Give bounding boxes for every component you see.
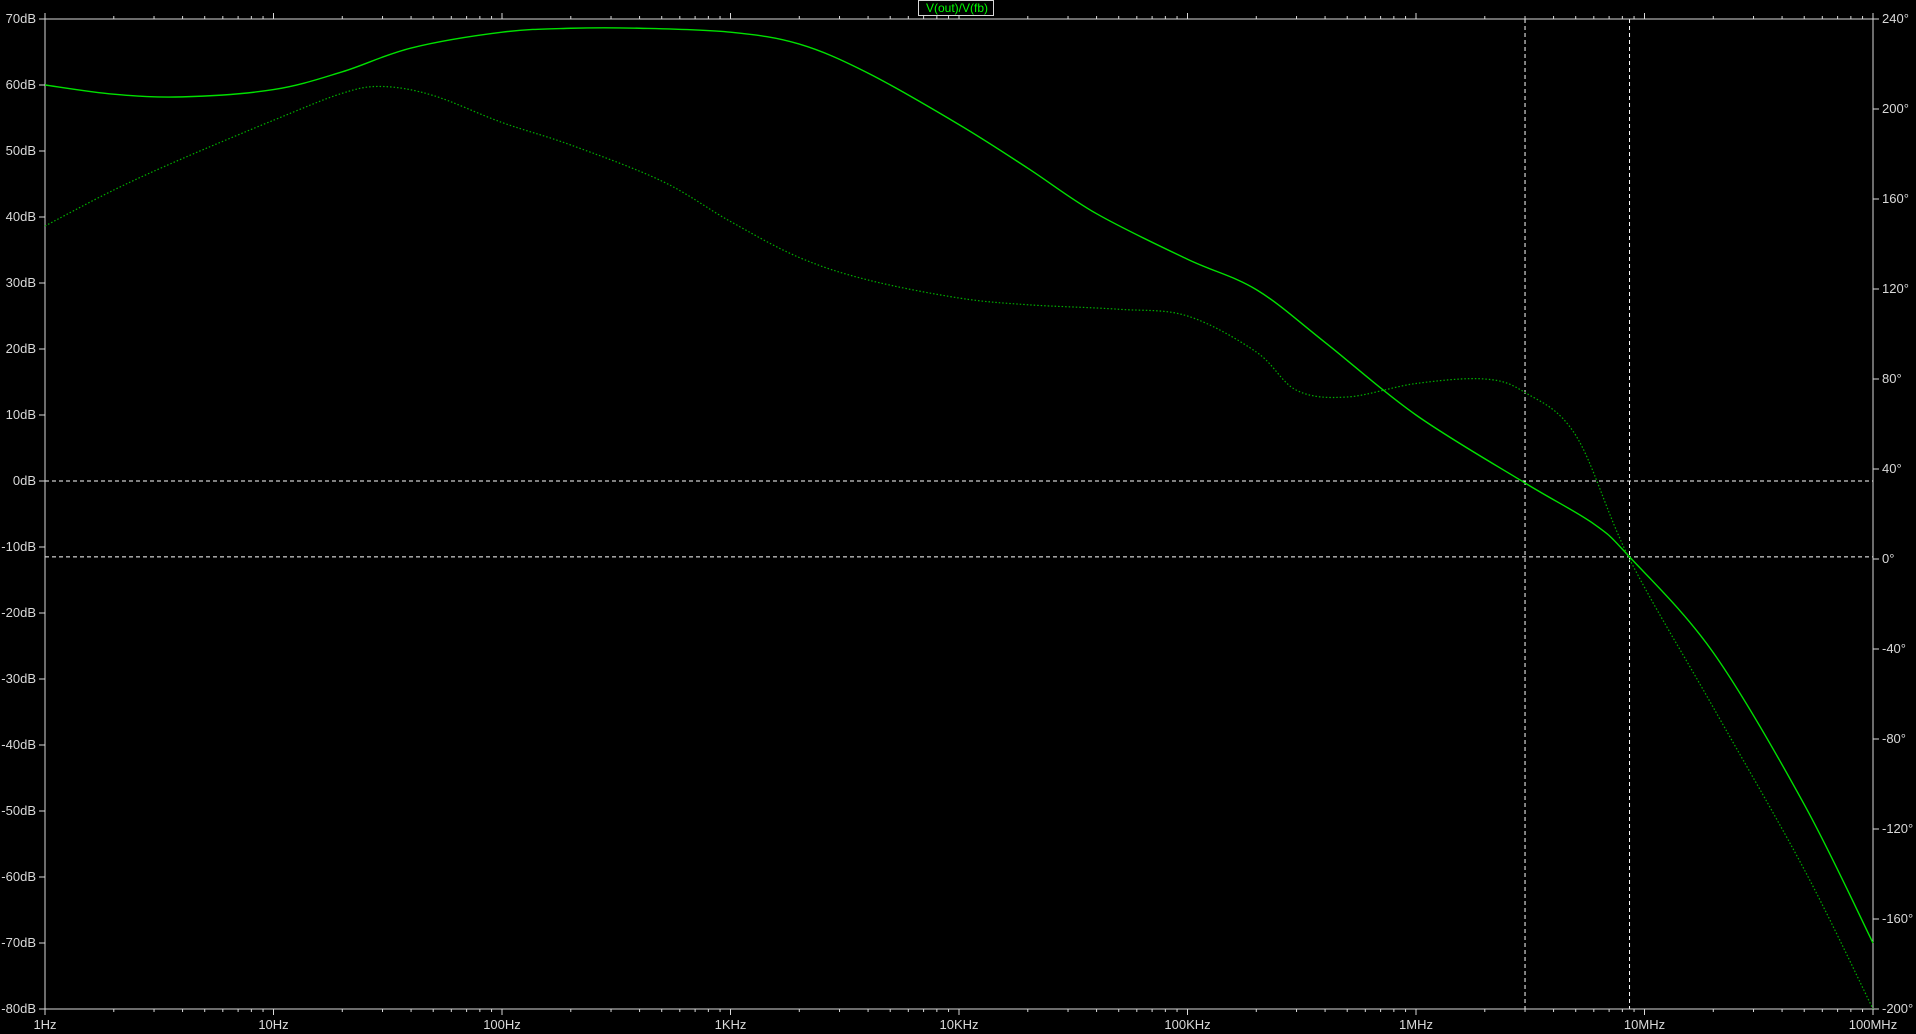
phase-trace-line [44, 85, 1874, 1010]
x-tick-label: 10MHz [1624, 1017, 1665, 1032]
y-right-tick-label: -80° [1882, 731, 1906, 746]
y-right-tick-label: 160° [1882, 191, 1909, 206]
y-left-tick-label: -50dB [1, 803, 36, 818]
y-left-tick-label: -70dB [1, 935, 36, 950]
y-left-tick-label: 60dB [6, 77, 36, 92]
y-right-tick-label: 80° [1882, 371, 1902, 386]
y-right-tick-label: 240° [1882, 11, 1909, 26]
y-left-tick-label: 70dB [6, 11, 36, 26]
y-left-tick-label: 0dB [13, 473, 36, 488]
cursor-layer [45, 19, 1873, 1009]
plot-frame [44, 18, 1874, 1010]
x-tick-label: 1KHz [715, 1017, 747, 1032]
y-left-tick-label: 20dB [6, 341, 36, 356]
y-right-tick-label: -40° [1882, 641, 1906, 656]
y-left-tick-label: -80dB [1, 1001, 36, 1016]
y-right-tick-label: -160° [1882, 911, 1913, 926]
y-left-tick-label: 10dB [6, 407, 36, 422]
trace-label-text: V(out)/V(fb) [925, 1, 988, 15]
y-right-tick-label: -120° [1882, 821, 1913, 836]
x-tick-label: 100Hz [483, 1017, 521, 1032]
trace-label[interactable]: V(out)/V(fb) [918, 0, 994, 16]
y-left-tick-label: -40dB [1, 737, 36, 752]
y-left-tick-label: 40dB [6, 209, 36, 224]
y-right-tick-label: 120° [1882, 281, 1909, 296]
y-left-tick-label: -60dB [1, 869, 36, 884]
y-left-tick-label: -10dB [1, 539, 36, 554]
y-right-tick-label: 40° [1882, 461, 1902, 476]
bode-plot: 1Hz 10Hz 100Hz 1KHz 10KHz 100KHz 1MHz 10MHz 100M… [1, 11, 1913, 1032]
y-left-tick-label: 30dB [6, 275, 36, 290]
x-tick-label: 10KHz [939, 1017, 978, 1032]
x-tick-label: 100KHz [1164, 1017, 1210, 1032]
y-right-tick-label: -200° [1882, 1001, 1913, 1016]
x-tick-label: 1Hz [33, 1017, 56, 1032]
x-tick-label: 10Hz [258, 1017, 288, 1032]
axis-layer: 1Hz 10Hz 100Hz 1KHz 10KHz 100KHz 1MHz 10MHz 100M… [1, 11, 1913, 1032]
x-tick-label: 1MHz [1399, 1017, 1433, 1032]
x-tick-label: 100MHz [1849, 1017, 1897, 1032]
y-left-tick-label: -30dB [1, 671, 36, 686]
y-right-tick-label: 200° [1882, 101, 1909, 116]
y-left-tick-label: -20dB [1, 605, 36, 620]
plot-window: 1Hz 10Hz 100Hz 1KHz 10KHz 100KHz 1MHz 10MHz 100M… [0, 0, 1916, 1034]
y-right-tick-label: 0° [1882, 551, 1894, 566]
y-left-tick-label: 50dB [6, 143, 36, 158]
trace-layer [44, 27, 1874, 1010]
